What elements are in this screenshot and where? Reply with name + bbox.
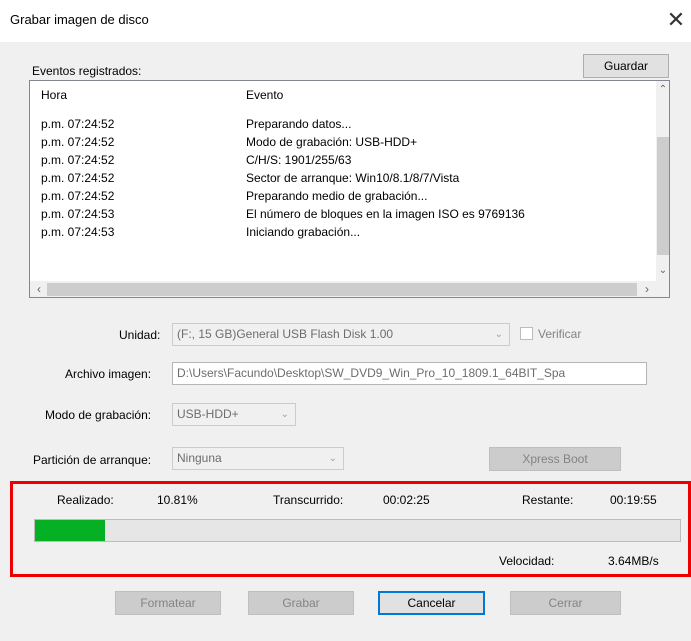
save-log-button[interactable]: Guardar: [583, 54, 669, 78]
log-time: p.m. 07:24:52: [41, 189, 115, 203]
horizontal-scroll-thumb[interactable]: [47, 283, 637, 296]
vertical-scroll-thumb[interactable]: [657, 137, 669, 255]
log-time: p.m. 07:24:52: [41, 171, 115, 185]
log-time: p.m. 07:24:53: [41, 207, 115, 221]
speed-label: Velocidad:: [499, 554, 555, 568]
log-event: C/H/S: 1901/255/63: [246, 153, 352, 167]
log-row: p.m. 07:24:52 Sector de arranque: Win10/…: [30, 169, 656, 187]
speed-value: 3.64MB/s: [608, 554, 659, 568]
log-header: Hora Evento: [30, 81, 656, 107]
elapsed-label: Transcurrido:: [273, 493, 344, 507]
column-header-time[interactable]: Hora: [41, 88, 67, 102]
log-time: p.m. 07:24:53: [41, 225, 115, 239]
scroll-up-icon[interactable]: ⌃: [656, 83, 669, 97]
cancel-button[interactable]: Cancelar: [378, 591, 485, 615]
remaining-value: 00:19:55: [610, 493, 657, 507]
log-time: p.m. 07:24:52: [41, 153, 115, 167]
remaining-label: Restante:: [522, 493, 574, 507]
log-row: p.m. 07:24:52 Preparando datos...: [30, 115, 656, 133]
progress-bar-fill: [35, 520, 105, 541]
done-value: 10.81%: [157, 493, 198, 507]
log-time: p.m. 07:24:52: [41, 117, 115, 131]
events-log-list[interactable]: Hora Evento p.m. 07:24:52 Preparando dat…: [29, 80, 670, 298]
log-time: p.m. 07:24:52: [41, 135, 115, 149]
scroll-right-icon[interactable]: ›: [640, 281, 654, 297]
write-mode-value: USB-HDD+: [177, 407, 239, 421]
close-button[interactable]: Cerrar: [510, 591, 621, 615]
log-event: Modo de grabación: USB-HDD+: [246, 135, 418, 149]
scrollbar-corner: [656, 281, 669, 297]
vertical-scrollbar[interactable]: ⌃ ⌄: [656, 81, 669, 281]
elapsed-value: 00:02:25: [383, 493, 430, 507]
scroll-down-icon[interactable]: ⌄: [656, 264, 669, 278]
log-event: El número de bloques en la imagen ISO es…: [246, 207, 525, 221]
log-row: p.m. 07:24:52 Modo de grabación: USB-HDD…: [30, 133, 656, 151]
unit-label: Unidad:: [119, 328, 161, 342]
chevron-down-icon: ⌄: [280, 409, 289, 420]
write-mode-label: Modo de grabación:: [45, 408, 152, 422]
column-header-event[interactable]: Evento: [246, 88, 283, 102]
log-event: Iniciando grabación...: [246, 225, 361, 239]
log-row: p.m. 07:24:52 Preparando medio de grabac…: [30, 187, 656, 205]
image-file-field[interactable]: D:\Users\Facundo\Desktop\SW_DVD9_Win_Pro…: [172, 362, 647, 385]
image-file-value: D:\Users\Facundo\Desktop\SW_DVD9_Win_Pro…: [177, 366, 566, 380]
format-button[interactable]: Formatear: [115, 591, 221, 615]
boot-partition-value: Ninguna: [177, 451, 222, 465]
window-title: Grabar imagen de disco: [10, 12, 149, 27]
log-row: p.m. 07:24:53 Iniciando grabación...: [30, 223, 656, 241]
log-event: Preparando medio de grabación...: [246, 189, 428, 203]
horizontal-scrollbar[interactable]: ‹ ›: [30, 281, 656, 297]
verify-checkbox[interactable]: [520, 327, 533, 340]
scroll-left-icon[interactable]: ‹: [32, 281, 46, 297]
log-event: Sector de arranque: Win10/8.1/8/7/Vista: [246, 171, 460, 185]
log-row: p.m. 07:24:52 C/H/S: 1901/255/63: [30, 151, 656, 169]
log-event: Preparando datos...: [246, 117, 352, 131]
unit-select[interactable]: (F:, 15 GB)General USB Flash Disk 1.00 ⌄: [172, 323, 510, 346]
boot-partition-label: Partición de arranque:: [33, 453, 152, 467]
chevron-down-icon: ⌄: [494, 329, 503, 340]
close-icon[interactable]: ✕: [663, 7, 689, 33]
events-label: Eventos registrados:: [32, 64, 142, 78]
progress-bar: [34, 519, 681, 542]
unit-value: (F:, 15 GB)General USB Flash Disk 1.00: [177, 327, 394, 341]
xpress-boot-button[interactable]: Xpress Boot: [489, 447, 621, 471]
image-file-label: Archivo imagen:: [65, 367, 152, 381]
log-row: p.m. 07:24:53 El número de bloques en la…: [30, 205, 656, 223]
burn-button[interactable]: Grabar: [248, 591, 354, 615]
done-label: Realizado:: [57, 493, 114, 507]
verify-label: Verificar: [538, 327, 582, 341]
write-mode-select[interactable]: USB-HDD+ ⌄: [172, 403, 296, 426]
boot-partition-select[interactable]: Ninguna ⌄: [172, 447, 344, 470]
chevron-down-icon: ⌄: [328, 453, 337, 464]
